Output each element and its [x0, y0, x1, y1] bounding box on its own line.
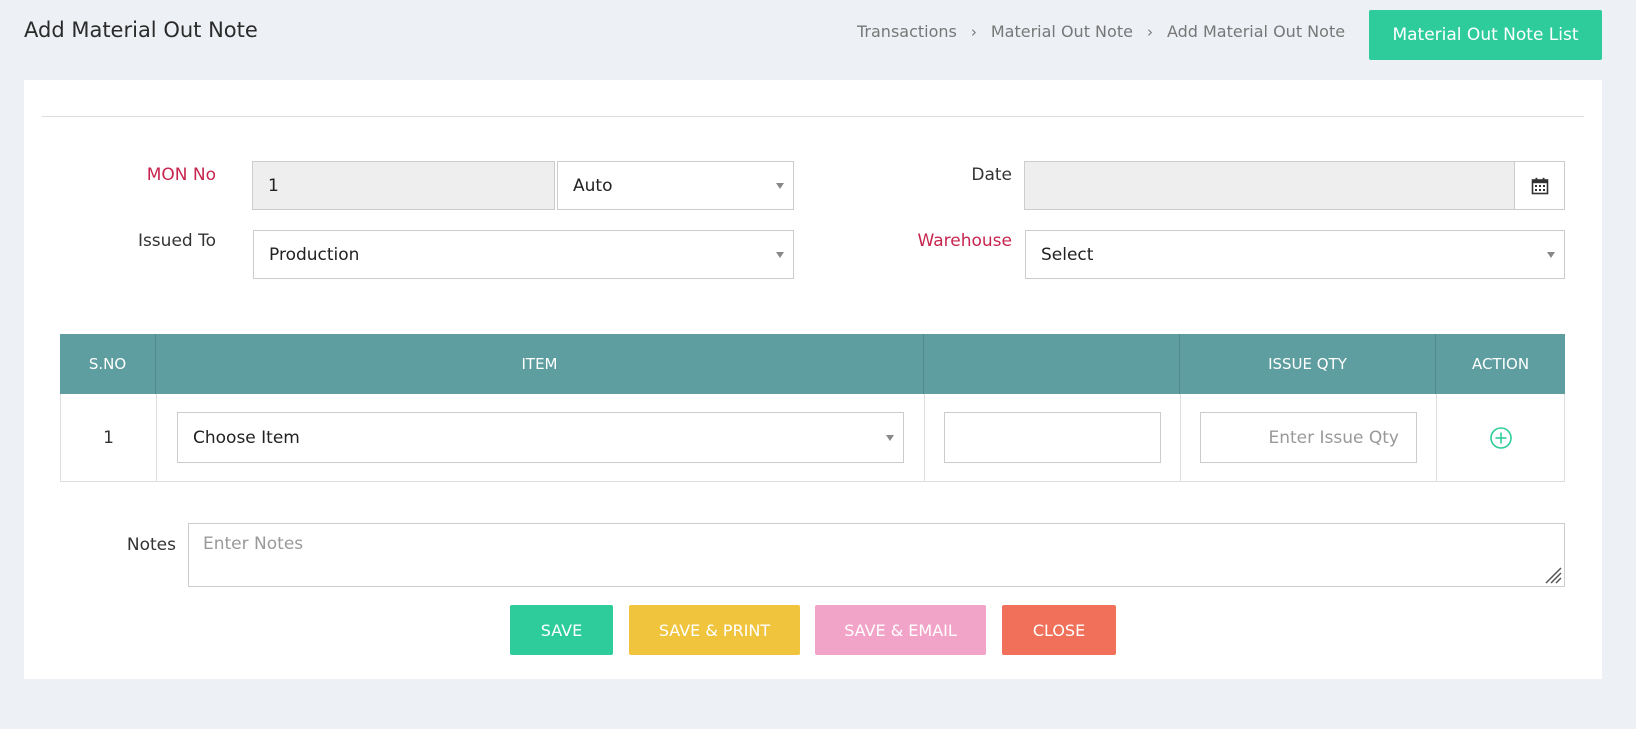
- form-card: MON No 1 Auto Date Issued To Production: [24, 80, 1602, 679]
- items-table-header: S.NO ITEM ISSUE QTY ACTION: [60, 334, 1565, 394]
- issued-to-value: Production: [269, 244, 360, 265]
- mon-no-mode-select[interactable]: Auto: [557, 161, 794, 210]
- warehouse-select[interactable]: Select: [1025, 230, 1565, 279]
- date-label: Date: [971, 165, 1012, 185]
- breadcrumb-item-material-out-note[interactable]: Material Out Note: [991, 22, 1133, 41]
- material-out-note-list-button[interactable]: Material Out Note List: [1369, 10, 1602, 60]
- caret-down-icon: [776, 251, 784, 258]
- save-email-button[interactable]: SAVE & EMAIL: [815, 605, 986, 655]
- notes-label: Notes: [126, 535, 176, 555]
- breadcrumb: Transactions › Material Out Note › Add M…: [857, 22, 1345, 41]
- notes-placeholder: Enter Notes: [203, 534, 304, 554]
- cell-extra: [925, 394, 1181, 481]
- breadcrumb-item-current: Add Material Out Note: [1166, 22, 1346, 41]
- calendar-icon[interactable]: [1514, 162, 1564, 209]
- mon-no-mode-value: Auto: [573, 175, 613, 196]
- issued-to-select[interactable]: Production: [253, 230, 794, 279]
- chevron-right-icon: ›: [1146, 22, 1153, 41]
- issued-to-label: Issued To: [137, 231, 216, 251]
- chevron-right-icon: ›: [970, 22, 977, 41]
- caret-down-icon: [776, 182, 784, 189]
- column-header-action: ACTION: [1471, 355, 1530, 373]
- caret-down-icon: [886, 434, 894, 441]
- mon-no-label: MON No: [146, 165, 216, 185]
- notes-textarea[interactable]: Enter Notes: [188, 523, 1565, 587]
- extra-input[interactable]: [944, 412, 1161, 463]
- divider: [42, 116, 1584, 117]
- cell-sno: 1: [61, 394, 157, 481]
- issue-qty-input[interactable]: [1200, 412, 1417, 463]
- row-sno: 1: [103, 427, 114, 448]
- issue-qty-input-box[interactable]: [1216, 426, 1401, 449]
- choose-item-value: Choose Item: [193, 427, 300, 448]
- cell-issue-qty: [1181, 394, 1437, 481]
- cell-action: [1437, 394, 1564, 481]
- extra-input-box[interactable]: [960, 426, 1145, 449]
- page-title: Add Material Out Note: [24, 18, 258, 42]
- resize-handle-icon[interactable]: [1542, 564, 1562, 584]
- mon-no-field[interactable]: 1: [252, 161, 555, 210]
- close-button[interactable]: CLOSE: [1002, 605, 1116, 655]
- column-header-sno: S.NO: [60, 334, 156, 394]
- caret-down-icon: [1547, 251, 1555, 258]
- column-header-item: ITEM: [156, 334, 924, 394]
- cell-item: Choose Item: [157, 394, 925, 481]
- table-row: 1 Choose Item: [60, 394, 1565, 482]
- column-header-blank: [924, 334, 1180, 394]
- add-row-icon[interactable]: [1489, 426, 1513, 450]
- warehouse-value: Select: [1041, 244, 1094, 265]
- date-field[interactable]: [1024, 161, 1565, 210]
- warehouse-label: Warehouse: [917, 231, 1012, 251]
- save-button[interactable]: SAVE: [510, 605, 613, 655]
- choose-item-select[interactable]: Choose Item: [177, 412, 904, 463]
- mon-no-value: 1: [268, 175, 279, 196]
- save-print-button[interactable]: SAVE & PRINT: [629, 605, 800, 655]
- breadcrumb-item-transactions[interactable]: Transactions: [857, 22, 957, 41]
- column-header-issue-qty: ISSUE QTY: [1180, 334, 1436, 394]
